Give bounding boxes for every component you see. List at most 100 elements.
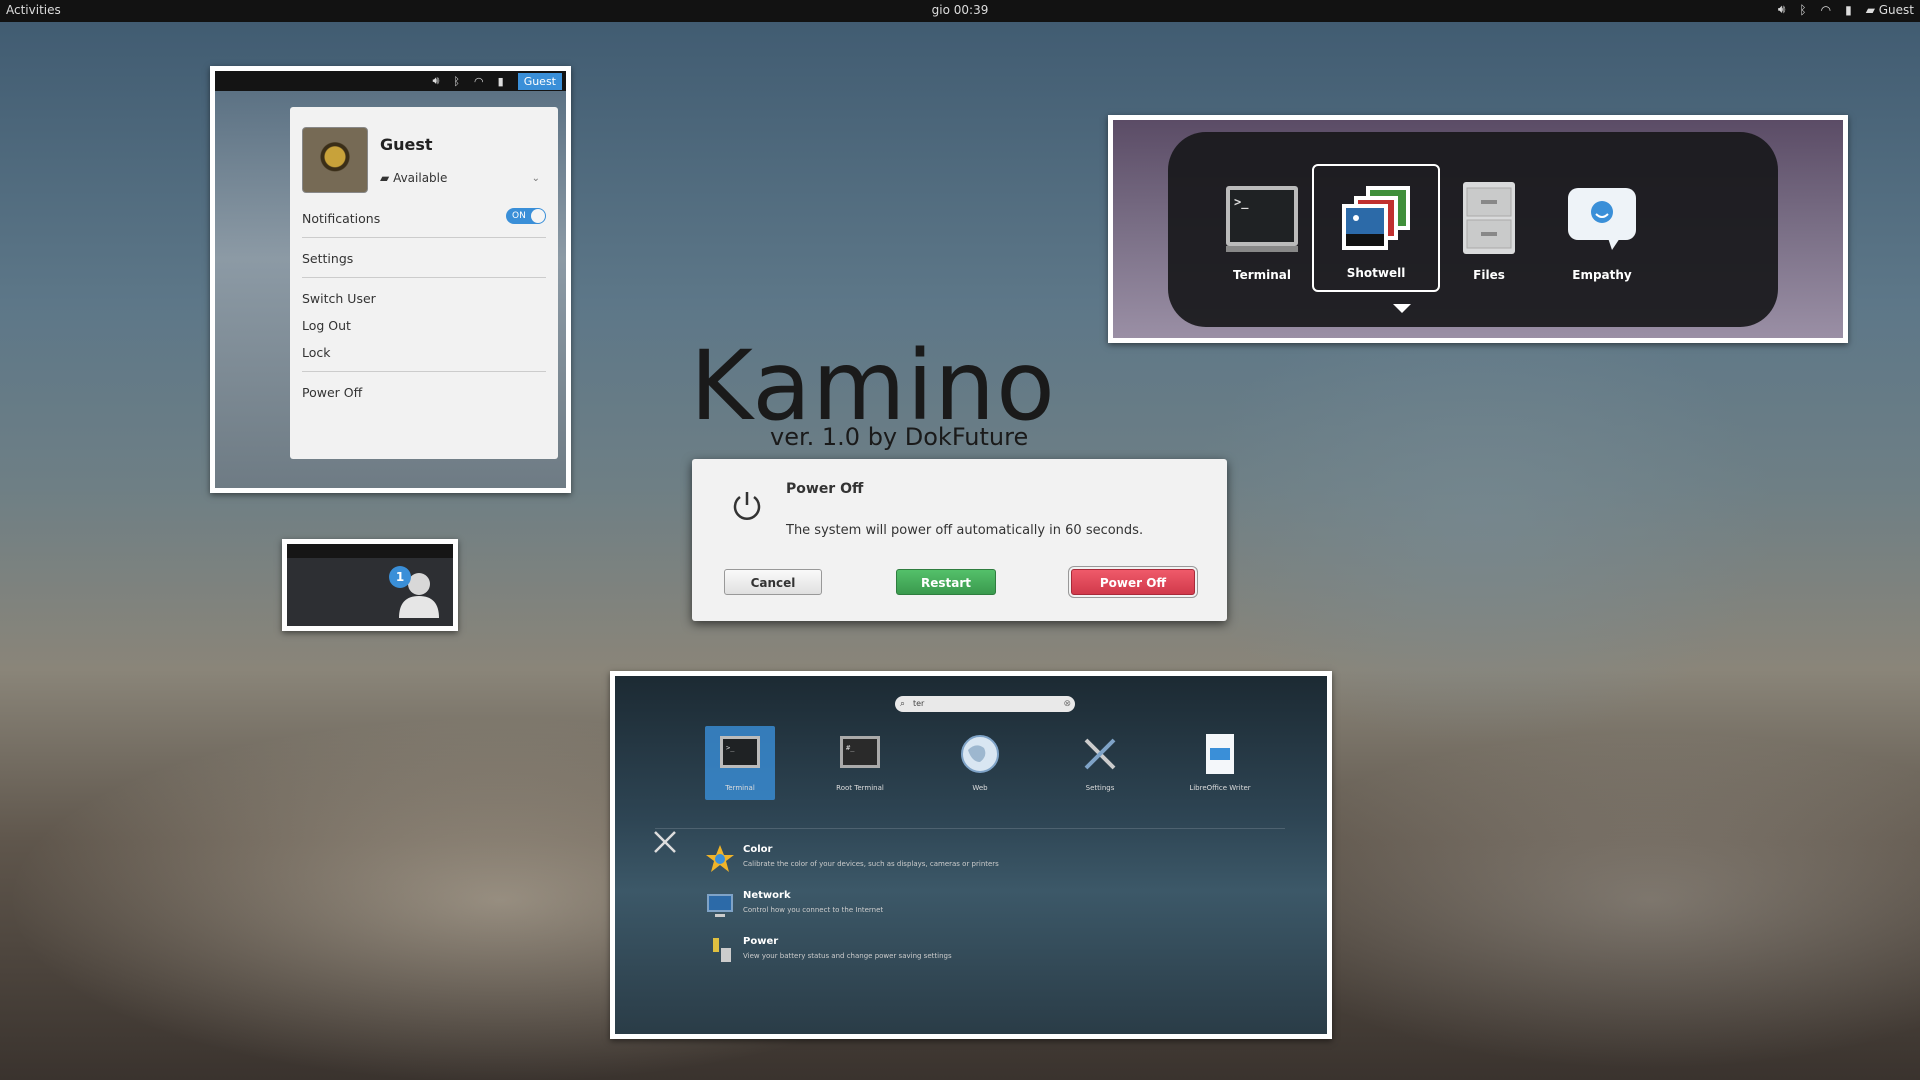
user-menu-button[interactable]: ▰ Guest xyxy=(1866,3,1914,17)
app-label: Settings xyxy=(1085,784,1115,792)
chat-bubble-icon xyxy=(1568,188,1636,250)
wifi-icon[interactable]: ◠ xyxy=(474,75,484,88)
power-off-item[interactable]: Power Off xyxy=(302,385,362,400)
divider xyxy=(302,277,546,278)
setting-desc: View your battery status and change powe… xyxy=(743,952,952,960)
result-root-terminal[interactable]: #_ Root Terminal xyxy=(825,726,895,800)
user-name: Guest xyxy=(1878,2,1914,17)
system-tray: 🔊︎ ᛒ ◠ ▮ ▰ Guest xyxy=(1778,2,1914,17)
power-plug-icon xyxy=(713,938,731,962)
user-menu-preview: 🔊︎ ᛒ ◠ ▮ Guest Guest ▰ Available ⌄ Notif… xyxy=(210,66,571,493)
app-label: Terminal xyxy=(1232,268,1292,282)
app-label: LibreOffice Writer xyxy=(1189,784,1251,792)
cancel-button[interactable]: Cancel xyxy=(724,569,822,595)
clock[interactable]: gio 00:39 xyxy=(932,3,989,17)
terminal-icon: >_ xyxy=(1226,186,1298,252)
setting-power[interactable]: Power View your battery status and chang… xyxy=(705,936,1205,976)
dialog-title: Power Off xyxy=(786,481,864,497)
switcher-app-files[interactable]: Files xyxy=(1425,164,1553,292)
bluetooth-icon[interactable]: ᛒ xyxy=(1799,3,1806,17)
dialog-message: The system will power off automatically … xyxy=(786,523,1144,538)
result-web[interactable]: Web xyxy=(945,726,1015,800)
search-icon: ⌕ xyxy=(900,699,906,709)
mini-top-bar: 🔊︎ ᛒ ◠ ▮ Guest xyxy=(215,71,566,91)
battery-icon[interactable]: ▮ xyxy=(1845,3,1852,17)
activities-button[interactable]: Activities xyxy=(6,3,61,17)
root-terminal-icon: #_ xyxy=(840,736,880,768)
svg-text:>_: >_ xyxy=(1234,195,1249,210)
user-menu-button[interactable]: Guest xyxy=(517,72,562,90)
switcher-app-empathy[interactable]: Empathy xyxy=(1538,164,1666,292)
user-menu-screen: 🔊︎ ᛒ ◠ ▮ Guest Guest ▰ Available ⌄ Notif… xyxy=(215,71,566,488)
app-label: Files xyxy=(1473,268,1505,282)
power-off-button[interactable]: Power Off xyxy=(1071,569,1195,595)
avatar[interactable] xyxy=(302,127,368,193)
user-menu: Guest ▰ Available ⌄ Notifications ON Set… xyxy=(290,107,558,459)
switch-user-item[interactable]: Switch User xyxy=(302,291,376,306)
battery-icon[interactable]: ▮ xyxy=(498,75,504,88)
notifications-toggle[interactable]: ON xyxy=(506,208,546,224)
chat-icon: ▰ xyxy=(380,171,390,185)
result-libreoffice-writer[interactable]: LibreOffice Writer xyxy=(1185,726,1255,800)
volume-icon[interactable]: 🔊︎ xyxy=(432,74,439,88)
setting-desc: Calibrate the color of your devices, suc… xyxy=(743,860,999,868)
top-bar: Activities gio 00:39 🔊︎ ᛒ ◠ ▮ ▰ Guest xyxy=(0,0,1920,22)
overview-search-preview: ⌕ ter ⊗ >_ Terminal #_ Root Terminal Web xyxy=(610,671,1332,1039)
globe-icon xyxy=(961,735,999,773)
chat-icon: ▰ xyxy=(1865,2,1875,17)
app-label: Empathy xyxy=(1572,268,1632,282)
app-label: Web xyxy=(972,784,988,792)
wifi-icon[interactable]: ◠ xyxy=(1821,3,1831,17)
network-icon xyxy=(707,894,733,917)
tools-icon xyxy=(1084,738,1116,770)
switcher-app-shotwell[interactable]: Shotwell xyxy=(1312,164,1440,292)
result-settings[interactable]: Settings xyxy=(1065,726,1135,800)
status-label: Available xyxy=(393,171,448,185)
user-name: Guest xyxy=(380,135,433,154)
result-terminal[interactable]: >_ Terminal xyxy=(705,726,775,800)
section-divider xyxy=(655,828,1285,829)
toggle-knob xyxy=(531,209,545,223)
setting-name: Color xyxy=(743,844,773,855)
setting-network[interactable]: Network Control how you connect to the I… xyxy=(705,890,1205,930)
status-selector[interactable]: ▰ Available xyxy=(380,171,447,185)
caret-down-icon xyxy=(1393,304,1411,313)
overview-screen: ⌕ ter ⊗ >_ Terminal #_ Root Terminal Web xyxy=(615,676,1327,1034)
bluetooth-icon[interactable]: ᛒ xyxy=(453,75,460,88)
brand-subtitle: ver. 1.0 by DokFuture xyxy=(770,423,1029,451)
search-input[interactable]: ⌕ ter ⊗ xyxy=(895,696,1075,712)
app-switcher: >_ Terminal Shotwell Files Empathy xyxy=(1168,132,1778,327)
notification-preview: 1 xyxy=(282,539,458,631)
notifications-label: Notifications xyxy=(302,211,381,226)
app-label: Terminal xyxy=(725,784,755,792)
setting-name: Power xyxy=(743,936,779,947)
log-out-item[interactable]: Log Out xyxy=(302,318,351,333)
svg-text:>_: >_ xyxy=(726,744,735,752)
document-icon xyxy=(1206,734,1234,774)
clear-icon[interactable]: ⊗ xyxy=(1063,696,1071,712)
toggle-label: ON xyxy=(512,211,526,221)
settings-item[interactable]: Settings xyxy=(302,251,353,266)
chevron-down-icon[interactable]: ⌄ xyxy=(532,173,540,184)
volume-icon[interactable]: 🔊︎ xyxy=(1778,2,1786,17)
app-label: Root Terminal xyxy=(836,784,884,792)
settings-category-icon xyxy=(654,831,676,853)
search-value: ter xyxy=(913,699,925,708)
app-label: Shotwell xyxy=(1346,266,1406,280)
power-icon xyxy=(733,492,761,520)
terminal-icon: >_ xyxy=(720,736,760,768)
svg-text:#_: #_ xyxy=(846,744,855,752)
restart-button[interactable]: Restart xyxy=(896,569,996,595)
photos-icon xyxy=(1342,186,1410,250)
file-cabinet-icon xyxy=(1463,182,1515,254)
switcher-app-terminal[interactable]: >_ Terminal xyxy=(1198,164,1326,292)
lock-item[interactable]: Lock xyxy=(302,345,331,360)
divider xyxy=(302,371,546,372)
notification-badge: 1 xyxy=(389,566,411,588)
setting-color[interactable]: Color Calibrate the color of your device… xyxy=(705,844,1205,884)
setting-name: Network xyxy=(743,890,791,901)
color-icon xyxy=(706,845,734,872)
divider xyxy=(302,237,546,238)
app-switcher-preview: >_ Terminal Shotwell Files Empathy xyxy=(1108,115,1848,343)
power-off-dialog: Power Off The system will power off auto… xyxy=(692,459,1227,621)
